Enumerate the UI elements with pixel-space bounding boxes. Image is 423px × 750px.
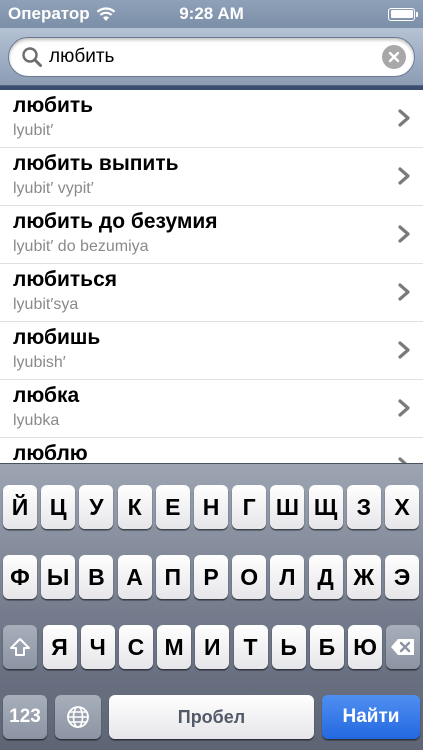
search-bar: любить (0, 28, 423, 86)
globe-icon (67, 706, 89, 728)
clear-x-icon (388, 51, 400, 63)
key-letter[interactable]: Г (232, 485, 267, 529)
key-letter[interactable]: А (117, 555, 152, 599)
key-letter[interactable]: З (346, 485, 381, 529)
chevron-right-icon (398, 457, 408, 463)
result-translit: lyubka (13, 412, 60, 429)
backspace-key[interactable] (386, 625, 420, 669)
result-translit: lyubish′ (13, 354, 66, 371)
space-key[interactable]: Пробел (109, 695, 314, 739)
key-letter[interactable]: М (157, 625, 192, 669)
key-letter[interactable]: Э (385, 555, 419, 599)
chevron-right-icon (398, 283, 410, 301)
search-input[interactable]: любить (8, 37, 415, 77)
shift-key[interactable] (3, 625, 37, 669)
key-letter[interactable]: Б (309, 625, 344, 669)
key-letter[interactable]: П (155, 555, 190, 599)
chevron-right-icon (398, 109, 410, 127)
results-list[interactable]: любить lyubit′ любить выпить lyubit′ vypit′… (0, 90, 423, 463)
result-title: любишь (13, 326, 101, 349)
status-bar: Оператор 9:28 AM (0, 0, 423, 28)
result-row[interactable]: люблю (0, 438, 423, 463)
search-query[interactable]: любить (49, 46, 382, 68)
result-translit: lyubit′ vypit′ (13, 180, 94, 197)
result-title: любить выпить (13, 152, 179, 175)
globe-key[interactable] (55, 695, 101, 739)
keyboard: Й Ц У К Е Н Г Ш Щ З Х Ф Ы В А П Р О Л Д Ж Э Я Ч С М И Т Ь Б Ю 123 Пробел… (0, 463, 423, 750)
result-row[interactable]: любка lyubka (0, 380, 423, 438)
key-letter[interactable]: Ч (80, 625, 115, 669)
key-letter[interactable]: Л (270, 555, 305, 599)
clear-icon[interactable] (382, 45, 406, 69)
key-letter[interactable]: Ь (271, 625, 306, 669)
key-letter[interactable]: Р (194, 555, 228, 599)
result-translit: lyubit′ (13, 122, 54, 139)
result-title: любить (13, 94, 94, 117)
key-letter[interactable]: Ф (3, 555, 37, 599)
key-letter[interactable]: Д (308, 555, 343, 599)
key-letter[interactable]: Ж (346, 555, 381, 599)
key-letter[interactable]: Т (233, 625, 268, 669)
search-go-key[interactable]: Найти (322, 695, 420, 739)
key-letter[interactable]: О (232, 555, 267, 599)
result-row[interactable]: любить до безумия lyubit′ do bezumiya (0, 206, 423, 264)
backspace-icon (391, 639, 414, 655)
result-row[interactable]: любить выпить lyubit′ vypit′ (0, 148, 423, 206)
wifi-icon (96, 6, 115, 21)
battery-fill (390, 10, 413, 18)
key-letter[interactable]: Ш (270, 485, 305, 529)
key-letter[interactable]: С (118, 625, 153, 669)
chevron-right-icon (398, 399, 410, 417)
key-letter[interactable]: В (79, 555, 114, 599)
key-letter[interactable]: Ы (41, 555, 76, 599)
key-letter[interactable]: Н (194, 485, 228, 529)
result-title: любиться (13, 268, 118, 291)
key-letter[interactable]: У (79, 485, 114, 529)
key-letter[interactable]: Х (385, 485, 419, 529)
result-row[interactable]: любить lyubit′ (0, 90, 423, 148)
carrier-label: Оператор (8, 4, 90, 23)
search-icon (22, 47, 42, 67)
result-title: люблю (13, 442, 88, 463)
numbers-key[interactable]: 123 (3, 695, 47, 739)
key-letter[interactable]: Й (3, 485, 37, 529)
shift-icon (10, 638, 30, 656)
result-row[interactable]: любишь lyubish′ (0, 322, 423, 380)
key-letter[interactable]: Щ (308, 485, 343, 529)
battery-icon (388, 7, 418, 21)
chevron-right-icon (398, 225, 410, 243)
result-translit: lyubit′sya (13, 296, 79, 313)
chevron-right-icon (398, 341, 410, 359)
key-letter[interactable]: Ц (41, 485, 76, 529)
key-letter[interactable]: Я (42, 625, 77, 669)
result-row[interactable]: любиться lyubit′sya (0, 264, 423, 322)
result-title: любка (13, 384, 80, 407)
key-letter[interactable]: Ю (348, 625, 383, 669)
result-translit: lyubit′ do bezumiya (13, 238, 149, 255)
chevron-right-icon (398, 167, 410, 185)
key-letter[interactable]: И (195, 625, 230, 669)
result-title: любить до безумия (13, 210, 218, 233)
key-letter[interactable]: Е (155, 485, 190, 529)
key-letter[interactable]: К (117, 485, 152, 529)
